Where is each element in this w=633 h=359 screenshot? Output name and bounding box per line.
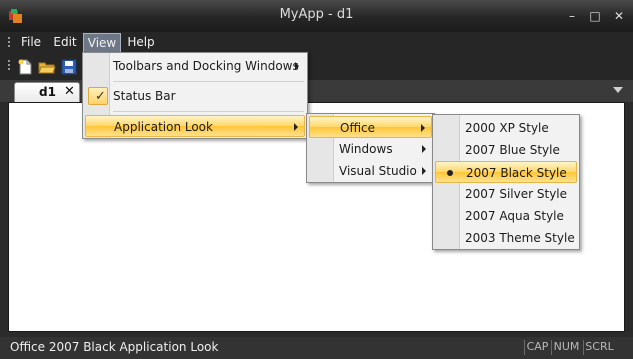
- close-button[interactable]: ✕: [610, 8, 628, 24]
- tab-close-icon[interactable]: ✕: [64, 84, 75, 99]
- menu-item-application-look[interactable]: Application Look: [85, 115, 305, 137]
- title-bar: MyApp - d1 – □ ✕: [0, 0, 633, 32]
- submenu-arrow-icon: [294, 123, 298, 131]
- menu-item-status-bar[interactable]: ✓ Status Bar: [85, 85, 305, 107]
- office-style-menu: 2000 XP Style 2007 Blue Style 2007 Black…: [432, 114, 580, 250]
- menu-bar: File Edit View Help: [0, 32, 633, 54]
- menu-view[interactable]: View: [83, 33, 121, 53]
- check-icon: ✓: [88, 87, 108, 105]
- new-file-icon[interactable]: [16, 58, 34, 76]
- menu-edit[interactable]: Edit: [50, 33, 80, 53]
- window-title: MyApp - d1: [279, 7, 354, 22]
- menu-item-2000-xp-style[interactable]: 2000 XP Style: [435, 117, 577, 139]
- submenu-arrow-icon: [421, 124, 425, 132]
- radio-bullet-icon: [447, 170, 453, 176]
- open-folder-icon[interactable]: [38, 58, 56, 76]
- status-bar: Office 2007 Black Application Look CAP N…: [0, 337, 633, 359]
- menu-item-2007-silver-style[interactable]: 2007 Silver Style: [435, 183, 577, 205]
- menu-item-2007-blue-style[interactable]: 2007 Blue Style: [435, 139, 577, 161]
- menu-item-office[interactable]: Office: [309, 116, 432, 138]
- application-look-menu: Office Windows Visual Studio: [306, 113, 435, 183]
- view-menu: Toolbars and Docking Windows ✓ Status Ba…: [82, 52, 308, 139]
- tab-d1[interactable]: d1 ✕: [14, 82, 80, 102]
- submenu-arrow-icon: [422, 167, 426, 175]
- save-disk-icon[interactable]: [60, 58, 78, 76]
- menu-separator: [113, 81, 304, 82]
- status-text: Office 2007 Black Application Look: [10, 340, 219, 354]
- menu-item-visual-studio[interactable]: Visual Studio: [309, 160, 432, 182]
- menu-item-2007-black-style[interactable]: 2007 Black Style: [435, 161, 577, 183]
- menu-item-2003-theme-style[interactable]: 2003 Theme Style: [435, 227, 577, 249]
- toolbar-grip[interactable]: [8, 60, 11, 72]
- num-indicator: NUM: [551, 340, 581, 355]
- menu-item-toolbars[interactable]: Toolbars and Docking Windows: [85, 55, 305, 77]
- menu-item-windows[interactable]: Windows: [309, 138, 432, 160]
- scrl-indicator: SCRL: [583, 340, 615, 355]
- tab-dropdown-icon[interactable]: [613, 87, 623, 93]
- tab-d1-label: d1: [39, 85, 56, 99]
- maximize-button[interactable]: □: [586, 8, 604, 24]
- submenu-arrow-icon: [295, 62, 299, 70]
- minimize-button[interactable]: –: [563, 8, 581, 24]
- menu-separator: [113, 111, 304, 112]
- cap-indicator: CAP: [524, 340, 550, 355]
- menu-item-2007-aqua-style[interactable]: 2007 Aqua Style: [435, 205, 577, 227]
- menu-help[interactable]: Help: [126, 33, 156, 53]
- menu-file[interactable]: File: [16, 33, 46, 53]
- submenu-arrow-icon: [422, 145, 426, 153]
- menubar-grip[interactable]: [8, 37, 11, 49]
